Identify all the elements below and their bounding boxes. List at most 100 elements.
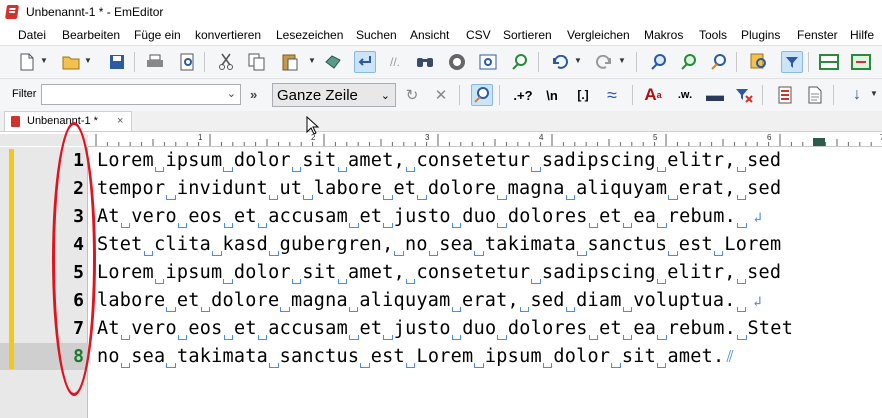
menu-fenster[interactable]: Fenster: [797, 28, 838, 42]
space-mark: [154, 277, 166, 284]
space-mark: [667, 193, 679, 200]
paste-icon[interactable]: [279, 51, 301, 73]
escape-sequence-icon[interactable]: ≈: [601, 84, 623, 106]
whole-word-icon[interactable]: .w.: [674, 84, 696, 106]
sync-scroll-icon[interactable]: [850, 51, 872, 73]
menu-fuege-ein[interactable]: Füge ein: [134, 28, 181, 42]
ruler-number: 5: [653, 133, 658, 142]
line-number-gutter[interactable]: 1 2 3 4 5 6 7 8: [0, 147, 88, 418]
filter-icon[interactable]: [781, 51, 803, 73]
editor-line[interactable]: Stet clita kasd gubergren, no sea takimata sanc…: [97, 231, 781, 259]
filter-input[interactable]: ⌄: [41, 84, 241, 105]
separator-line-icon[interactable]: ▬: [704, 84, 726, 106]
replace-icon[interactable]: [509, 51, 531, 73]
wrap-icon[interactable]: [354, 51, 376, 73]
line-end-mark-icon: ↲: [753, 210, 763, 226]
menu-tools[interactable]: Tools: [699, 28, 727, 42]
editor-line[interactable]: At vero eos et accusam et justo duo dolores et ea r…: [97, 315, 793, 343]
menu-lesezeichen[interactable]: Lesezeichen: [276, 28, 343, 42]
match-case-icon[interactable]: Aa: [642, 84, 664, 106]
paste-dropdown-icon[interactable]: ▼: [308, 56, 316, 65]
copy-icon[interactable]: [246, 51, 268, 73]
newline-icon[interactable]: \n: [541, 84, 563, 106]
close-tab-icon[interactable]: ×: [117, 115, 123, 127]
brackets-icon[interactable]: [.]: [570, 84, 596, 106]
document-properties-icon[interactable]: [804, 84, 826, 106]
stop-icon[interactable]: [446, 51, 468, 73]
text-editor[interactable]: Lorem ipsum dolor sit amet, consetetur sadipsc…: [89, 147, 882, 418]
menu-sortieren[interactable]: Sortieren: [503, 28, 552, 42]
save-icon[interactable]: [106, 51, 128, 73]
more-dropdown-icon[interactable]: ▼: [870, 89, 878, 98]
menu-plugins[interactable]: Plugins: [741, 28, 780, 42]
space-mark: [622, 221, 634, 228]
ruler[interactable]: 1 2 3 4 5 6 7: [88, 133, 882, 147]
clear-filter-icon[interactable]: ✕: [430, 84, 452, 106]
search-icon[interactable]: [471, 84, 493, 106]
split-window-icon[interactable]: [818, 51, 840, 73]
space-mark: [656, 333, 668, 340]
undo-icon[interactable]: [548, 51, 570, 73]
print-icon[interactable]: [144, 51, 166, 73]
arrow-down-icon[interactable]: ↓: [846, 84, 868, 106]
menu-bearbeiten[interactable]: Bearbeiten: [62, 28, 120, 42]
marks-icon[interactable]: //.: [384, 51, 406, 73]
find-previous-icon[interactable]: [648, 51, 670, 73]
filter-toolbar: Filter ⌄ » Ganze Zeile ⌄ ↻ ✕ .+? \n [.] …: [0, 78, 882, 112]
editor-line[interactable]: tempor invidunt ut labore et dolore magna aliqu…: [97, 175, 781, 203]
space-mark: [405, 277, 417, 284]
title-bar: Unbenannt-1 * - EmEditor: [0, 0, 882, 24]
menu-datei[interactable]: Datei: [18, 28, 46, 42]
new-file-icon[interactable]: [16, 51, 38, 73]
editor-line[interactable]: At vero eos et accusam et justo duo dolores et ea r…: [97, 203, 762, 231]
redo-dropdown-icon[interactable]: ▼: [618, 56, 626, 65]
clear-highlight-icon[interactable]: [733, 84, 755, 106]
menu-suchen[interactable]: Suchen: [356, 28, 397, 42]
chevron-down-icon[interactable]: ⌄: [381, 89, 390, 102]
space-mark: [291, 277, 303, 284]
menu-hilfe[interactable]: Hilfe: [850, 28, 874, 42]
main-toolbar: ▼ ▼ ▼ //. ▼ ▼: [0, 45, 882, 78]
toolbar-separator: [632, 85, 633, 105]
editor-line[interactable]: no sea takimata sanctus est Lorem ipsum dolor si…: [97, 343, 734, 371]
chevron-down-icon[interactable]: ⌄: [227, 87, 236, 100]
regex-icon[interactable]: .+?: [509, 84, 537, 106]
redo-icon[interactable]: [594, 51, 616, 73]
find-in-files-icon[interactable]: [748, 51, 770, 73]
clipboard-history-icon[interactable]: [322, 51, 344, 73]
editor-line[interactable]: labore et dolore magna aliquyam erat, sed diam v…: [97, 287, 762, 315]
space-mark: [337, 165, 349, 172]
new-dropdown-icon[interactable]: ▼: [40, 56, 48, 65]
editor-line[interactable]: Lorem ipsum dolor sit amet, consetetur sadipsc…: [97, 147, 781, 175]
line-number-current: 8: [73, 346, 84, 367]
open-folder-icon[interactable]: [60, 51, 82, 73]
bookmark-list-icon[interactable]: [774, 84, 796, 106]
space-mark: [268, 361, 280, 368]
document-tab[interactable]: Unbenannt-1 * ×: [4, 111, 132, 131]
space-mark: [405, 361, 417, 368]
space-mark: [496, 221, 508, 228]
refresh-icon[interactable]: ↻: [401, 84, 423, 106]
expand-double-arrow-icon[interactable]: »: [250, 87, 257, 102]
menu-ansicht[interactable]: Ansicht: [410, 28, 449, 42]
find-next-icon[interactable]: [678, 51, 700, 73]
space-mark: [713, 249, 725, 256]
menu-makros[interactable]: Makros: [644, 28, 683, 42]
space-mark: [588, 221, 600, 228]
toolbar-separator: [499, 85, 500, 105]
find-icon[interactable]: [414, 51, 436, 73]
cut-icon[interactable]: [215, 51, 237, 73]
highlight-search-icon[interactable]: [708, 51, 730, 73]
menu-konvertieren[interactable]: konvertieren: [195, 28, 261, 42]
menu-csv[interactable]: CSV: [466, 28, 491, 42]
open-dropdown-icon[interactable]: ▼: [84, 56, 92, 65]
menu-vergleichen[interactable]: Vergleichen: [567, 28, 630, 42]
filter-mode-select[interactable]: Ganze Zeile ⌄: [272, 83, 396, 107]
space-mark: [496, 333, 508, 340]
print-preview-icon[interactable]: [176, 51, 198, 73]
editor-line[interactable]: Lorem ipsum dolor sit amet, consetetur sadipsc…: [97, 259, 781, 287]
ruler-wrap-marker[interactable]: [813, 138, 825, 146]
find-window-icon[interactable]: [477, 51, 499, 73]
space-mark: [359, 361, 371, 368]
undo-dropdown-icon[interactable]: ▼: [574, 56, 582, 65]
